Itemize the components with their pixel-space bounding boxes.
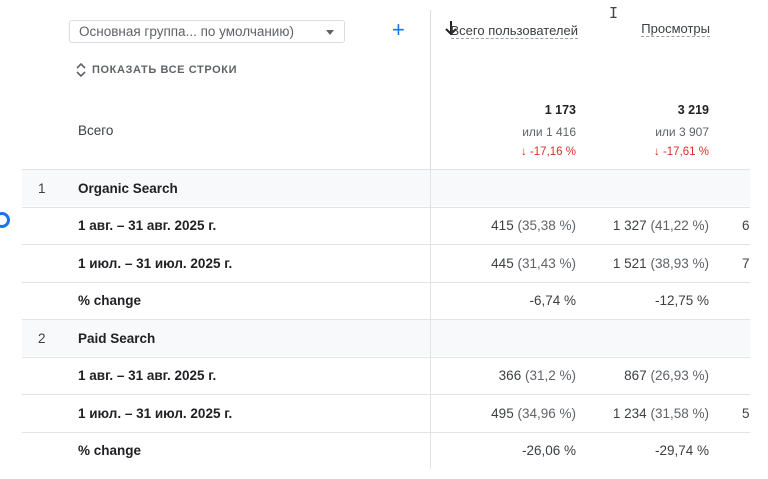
dimension-selector-value: Основная группа... по умолчанию) [79, 24, 294, 39]
unfold-icon [76, 63, 86, 77]
cell-overflow: 7 [742, 255, 750, 271]
cell-views-pct: (38,93 %) [650, 255, 709, 271]
show-all-rows-label: ПОКАЗАТЬ ВСЕ СТРОКИ [92, 64, 238, 76]
total-views-compare: или 3 907 [655, 125, 709, 139]
cell-users-value: 495 [491, 405, 514, 421]
table-row: 1 авг. – 31 авг. 2025 г. 366 (31,2 %) 867 … [22, 356, 750, 394]
caret-down-icon [326, 30, 334, 35]
cell-users-value: 445 [491, 255, 514, 271]
resize-handle-icon[interactable] [0, 212, 10, 228]
cell-users-pct: (35,38 %) [517, 218, 576, 233]
cell-users-value: -26,06 % [521, 443, 576, 458]
cell-views: 1 521 (38,93 %) [613, 256, 709, 271]
add-dimension-button[interactable]: + [392, 18, 405, 42]
total-views-value: 3 219 [677, 103, 709, 117]
dimension-selector[interactable]: Основная группа... по умолчанию) [69, 20, 345, 43]
total-views-delta: ↓ -17,61 % [654, 146, 709, 158]
cell-users: 495 (34,96 %) [491, 406, 576, 421]
change-row: % change -6,74 % -12,75 % [22, 281, 750, 319]
cell-views: 867 (26,93 %) [624, 368, 709, 383]
group-row: 1 Organic Search [22, 169, 750, 206]
cell-users: -26,06 % [522, 443, 576, 458]
cell-views-value: 867 [624, 368, 647, 383]
cell-views: -29,74 % [655, 443, 709, 458]
row-label[interactable]: Paid Search [78, 331, 155, 346]
table-row: 1 авг. – 31 авг. 2025 г. 415 (35,38 %) 1 3… [22, 206, 750, 244]
cell-users-pct: (31,2 %) [524, 368, 576, 383]
row-label: 1 июл. – 31 июл. 2025 г. [78, 255, 233, 271]
row-divider [430, 207, 431, 244]
row-divider [430, 170, 431, 206]
cell-users: 415 (35,38 %) [491, 218, 576, 233]
cell-users-pct: (31,43 %) [517, 255, 576, 271]
total-users-value: 1 173 [544, 103, 576, 117]
column-header-views-label: Просмотры [641, 21, 710, 37]
cell-views: -12,75 % [655, 293, 709, 308]
cell-views: 1 234 (31,58 %) [613, 406, 709, 421]
cell-overflow: 6 [742, 218, 750, 233]
cell-overflow: 5 [742, 405, 750, 421]
row-divider [430, 320, 431, 356]
row-label: % change [78, 443, 142, 458]
row-label: 1 июл. – 31 июл. 2025 г. [78, 405, 233, 421]
row-label[interactable]: Organic Search [78, 181, 178, 196]
row-label: 1 авг. – 31 авг. 2025 г. [78, 368, 217, 383]
column-header-views[interactable]: Просмотры [600, 20, 710, 37]
cell-views-pct: (31,58 %) [650, 405, 709, 421]
row-divider [430, 245, 431, 281]
cell-users-pct: (34,96 %) [517, 405, 576, 421]
total-users-delta: ↓ -17,16 % [521, 146, 576, 158]
table-row: 1 июл. – 31 июл. 2025 г. 495 (34,96 %) 1 2… [22, 394, 750, 431]
change-row: % change -26,06 % -29,74 % [22, 431, 750, 469]
cell-users-value: 415 [491, 218, 514, 233]
cell-users-value: 366 [498, 368, 522, 383]
group-row: 2 Paid Search [22, 319, 750, 356]
cell-views-value: 1 327 [612, 218, 647, 233]
cell-views-value: 1 234 [612, 405, 647, 421]
totals-label: Всего [78, 123, 114, 138]
cell-views-value: -12,75 % [654, 293, 709, 308]
show-all-rows-button[interactable]: ПОКАЗАТЬ ВСЕ СТРОКИ [76, 63, 237, 77]
row-divider [430, 357, 431, 394]
cell-views-value: 1 521 [612, 255, 647, 271]
table-row: 1 июл. – 31 июл. 2025 г. 445 (31,43 %) 1 5… [22, 244, 750, 281]
row-index: 1 [38, 180, 46, 196]
row-divider [430, 432, 431, 469]
cell-views-value: -29,74 % [654, 443, 709, 458]
column-header-users[interactable]: Всего пользователей [448, 22, 578, 39]
row-divider [430, 282, 431, 319]
row-label: 1 авг. – 31 авг. 2025 г. [78, 218, 217, 233]
cell-views-pct: (41,22 %) [650, 218, 709, 233]
cell-users: 445 (31,43 %) [491, 256, 576, 271]
column-header-users-label: Всего пользователей [450, 23, 578, 39]
cell-users-value: -6,74 % [529, 293, 576, 308]
cell-users: 366 (31,2 %) [499, 368, 576, 383]
total-users-compare: или 1 416 [522, 125, 576, 139]
row-divider [430, 395, 431, 431]
cell-views: 1 327 (41,22 %) [613, 218, 709, 233]
cell-users: -6,74 % [529, 293, 576, 308]
row-index: 2 [38, 330, 46, 346]
row-label: % change [78, 293, 142, 308]
cell-views-pct: (26,93 %) [650, 368, 709, 383]
